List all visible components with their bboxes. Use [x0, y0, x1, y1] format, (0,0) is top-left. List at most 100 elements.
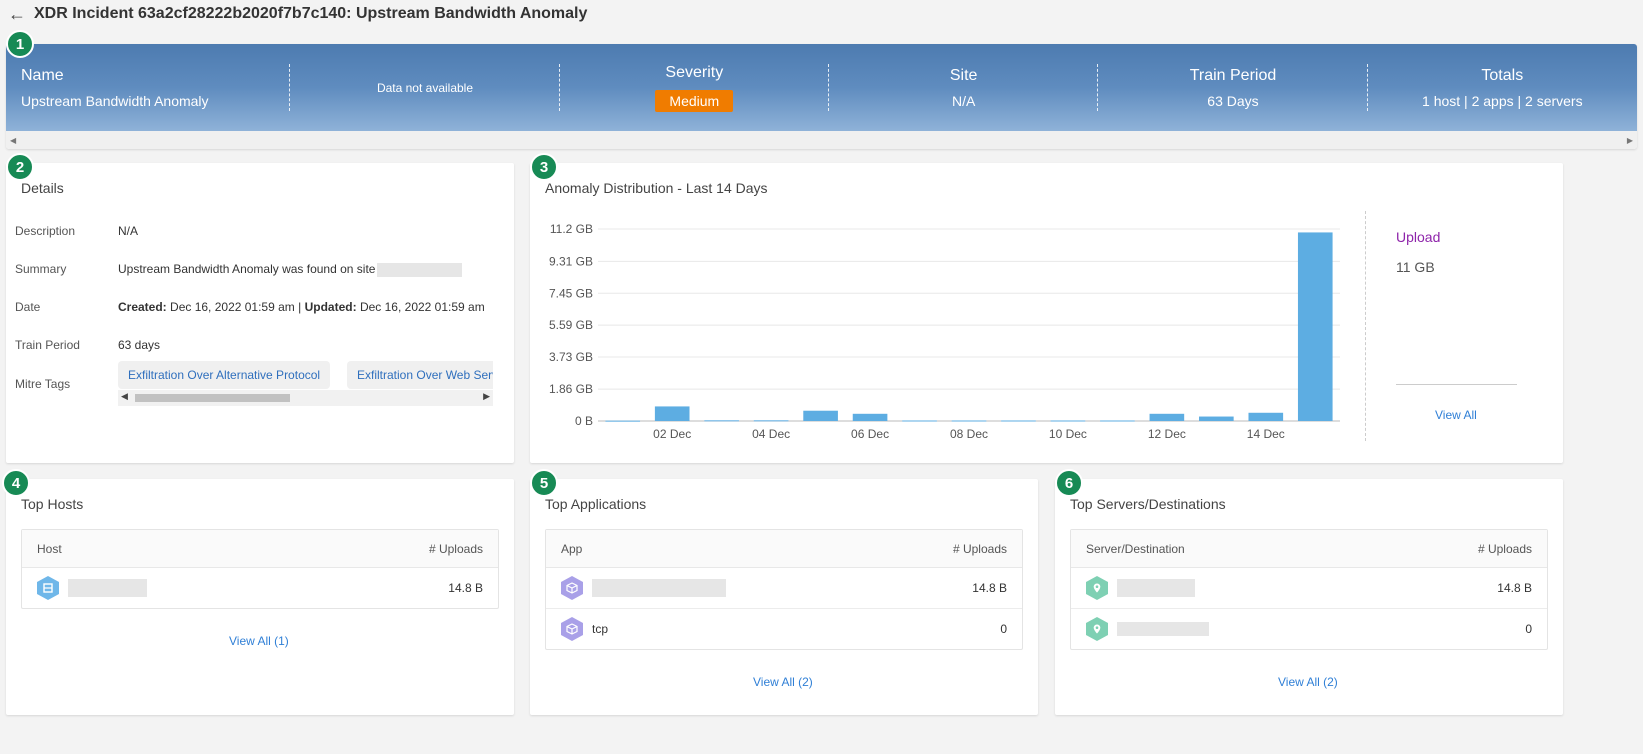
- host-icon: [37, 576, 59, 600]
- scroll-right-icon[interactable]: ▶: [1623, 136, 1637, 145]
- legend-line: [1396, 384, 1517, 385]
- section-badge-6: 6: [1055, 469, 1083, 497]
- x-tick-label: 08 Dec: [950, 427, 988, 441]
- back-arrow-icon[interactable]: ←: [8, 5, 26, 23]
- detail-train-row: Train Period 63 days: [15, 338, 160, 352]
- legend-series-value: 11 GB: [1396, 259, 1435, 275]
- tags-scrollbar[interactable]: ◀ ▶: [118, 390, 493, 406]
- bar: [951, 420, 987, 422]
- x-tick-label: 06 Dec: [851, 427, 889, 441]
- top-servers-title: Top Servers/Destinations: [1070, 496, 1226, 512]
- table-row[interactable]: 14.8 B: [546, 568, 1022, 609]
- hosts-view-all-link[interactable]: View All (1): [229, 634, 289, 648]
- x-tick-label: 10 Dec: [1049, 427, 1087, 441]
- legend-divider: [1365, 211, 1366, 441]
- page-title: XDR Incident 63a2cf28222b2020f7b7c140: U…: [34, 5, 588, 22]
- server-uploads: 0: [1525, 622, 1532, 636]
- table-row[interactable]: tcp 0: [546, 609, 1022, 649]
- chart-svg: 0 B 1.86 GB 3.73 GB 5.59 GB 7.45 GB 9.31 GB 11…: [549, 222, 1340, 441]
- app-uploads: 14.8 B: [972, 581, 1007, 595]
- detail-description-value: N/A: [118, 224, 139, 238]
- detail-summary-label: Summary: [15, 262, 67, 276]
- y-tick-label: 3.73 GB: [549, 350, 593, 364]
- detail-description-label: Description: [15, 224, 76, 238]
- mitre-tag[interactable]: Exfiltration Over Alternative Protocol: [118, 361, 331, 389]
- banner-totals: Totals 1 host | 2 apps | 2 servers: [1368, 44, 1637, 131]
- detail-train-label: Train Period: [15, 338, 80, 352]
- banner-name-label: Name: [21, 66, 64, 84]
- table-row[interactable]: 14.8 B: [22, 568, 498, 608]
- scroll-left-icon[interactable]: ◀: [6, 136, 20, 145]
- servers-view-all-link[interactable]: View All (2): [1278, 675, 1338, 689]
- top-hosts-title: Top Hosts: [21, 496, 84, 512]
- bar: [1001, 420, 1036, 422]
- redacted-host: [68, 579, 147, 597]
- bar: [1149, 413, 1185, 421]
- host-uploads: 14.8 B: [448, 581, 483, 595]
- detail-date-value: Created: Dec 16, 2022 01:59 am | Updated…: [118, 300, 485, 314]
- redacted-app: [592, 579, 726, 597]
- top-apps-card: Top Applications App # Uploads 14.8 B tc…: [530, 479, 1038, 715]
- banner-name-value: Upstream Bandwidth Anomaly: [21, 92, 209, 109]
- y-tick-label: 9.31 GB: [549, 254, 593, 268]
- banner-unavailable: Data not available: [290, 44, 560, 131]
- col-app: App: [561, 541, 583, 556]
- x-tick-label: 04 Dec: [752, 427, 790, 441]
- app-uploads: 0: [1000, 622, 1007, 636]
- bar: [1297, 232, 1333, 421]
- banner-na-text: Data not available: [376, 80, 474, 95]
- detail-description-row: Description N/A: [15, 224, 138, 238]
- chart-legend: Upload 11 GB: [1396, 229, 1440, 275]
- bar: [1050, 420, 1086, 422]
- banner-site-label: Site: [949, 66, 978, 84]
- apps-view-all-link[interactable]: View All (2): [753, 675, 813, 689]
- detail-date-label: Date: [15, 300, 41, 314]
- table-row[interactable]: 0: [1071, 609, 1547, 649]
- anomaly-view-all-link[interactable]: View All: [1435, 408, 1477, 422]
- bar: [902, 420, 937, 422]
- banner-site-value: N/A: [951, 92, 976, 109]
- top-apps-title: Top Applications: [545, 496, 647, 512]
- top-apps-table: App # Uploads 14.8 B tcp 0: [545, 529, 1023, 650]
- detail-summary-value: Upstream Bandwidth Anomaly was found on …: [118, 262, 463, 277]
- scroll-right-icon[interactable]: ▶: [483, 391, 490, 402]
- banner-scrollbar[interactable]: ◀ ▶: [6, 131, 1637, 149]
- banner-totals-label: Totals: [1481, 66, 1524, 84]
- bar: [704, 420, 739, 422]
- y-tick-label: 5.59 GB: [549, 318, 593, 332]
- col-uploads: # Uploads: [1477, 541, 1532, 556]
- detail-summary-text: Upstream Bandwidth Anomaly was found on …: [118, 262, 376, 276]
- banner-severity: Severity Medium: [560, 44, 830, 131]
- top-hosts-table: Host # Uploads 14.8 B: [21, 529, 499, 609]
- bar: [753, 420, 789, 422]
- col-uploads: # Uploads: [428, 541, 483, 556]
- legend-series-name: Upload: [1396, 229, 1441, 245]
- table-header: Host # Uploads: [22, 530, 498, 568]
- created-label: Created:: [118, 300, 167, 314]
- top-servers-table: Server/Destination # Uploads 14.8 B 0: [1070, 529, 1548, 650]
- col-uploads: # Uploads: [952, 541, 1007, 556]
- banner-name: Name Upstream Bandwidth Anomaly: [6, 44, 291, 131]
- scroll-left-icon[interactable]: ◀: [121, 391, 128, 402]
- banner-train: Train Period 63 Days: [1098, 44, 1368, 131]
- y-tick-label: 1.86 GB: [549, 382, 593, 396]
- incident-summary-banner: Name Upstream Bandwidth Anomaly Data not…: [6, 44, 1637, 149]
- y-tick-label: 11.2 GB: [550, 222, 593, 236]
- app-name: tcp: [592, 622, 609, 636]
- y-tick-label: 0 B: [575, 414, 593, 428]
- x-tick-label: 12 Dec: [1148, 427, 1186, 441]
- mitre-tag[interactable]: Exfiltration Over Web Service: [347, 361, 493, 389]
- bar: [654, 406, 690, 421]
- banner-site: Site N/A: [829, 44, 1099, 131]
- created-value: Dec 16, 2022 01:59 am: [170, 300, 295, 314]
- section-badge-1: 1: [6, 30, 34, 58]
- top-hosts-card: Top Hosts Host # Uploads 14.8 B View All…: [6, 479, 514, 715]
- table-row[interactable]: 14.8 B: [1071, 568, 1547, 609]
- x-tick-label: 14 Dec: [1247, 427, 1285, 441]
- bar: [1100, 420, 1135, 422]
- detail-train-value: 63 days: [118, 338, 161, 352]
- scroll-thumb[interactable]: [135, 394, 290, 402]
- bar: [803, 410, 838, 421]
- severity-chip: Medium: [655, 89, 734, 112]
- bar: [605, 420, 641, 422]
